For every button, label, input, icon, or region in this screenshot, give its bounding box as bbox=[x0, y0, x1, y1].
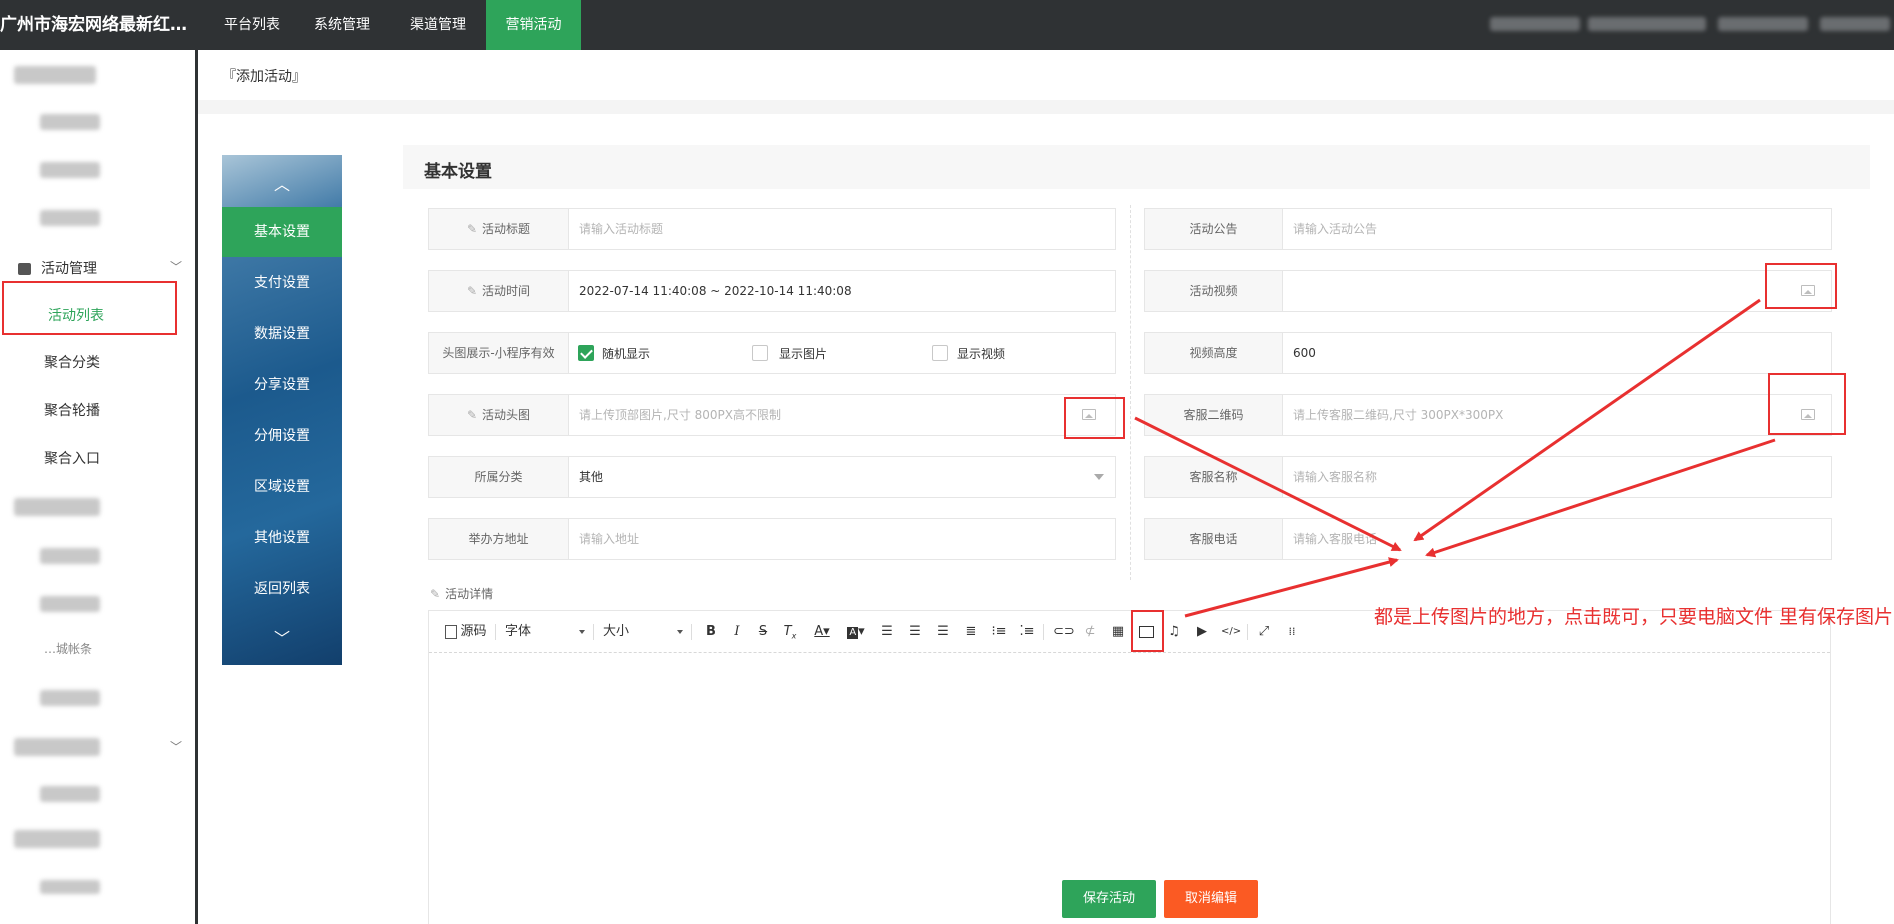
annotation-arrows bbox=[1134, 298, 1776, 618]
save-activity-button[interactable]: 保存活动 bbox=[1062, 880, 1156, 918]
cancel-edit-button[interactable]: 取消编辑 bbox=[1164, 880, 1258, 918]
arrow-from-qrcode bbox=[1425, 438, 1776, 558]
arrow-from-head-image bbox=[1134, 416, 1402, 552]
arrow-from-editor-image bbox=[1184, 557, 1399, 618]
arrow-from-video bbox=[1413, 298, 1761, 542]
